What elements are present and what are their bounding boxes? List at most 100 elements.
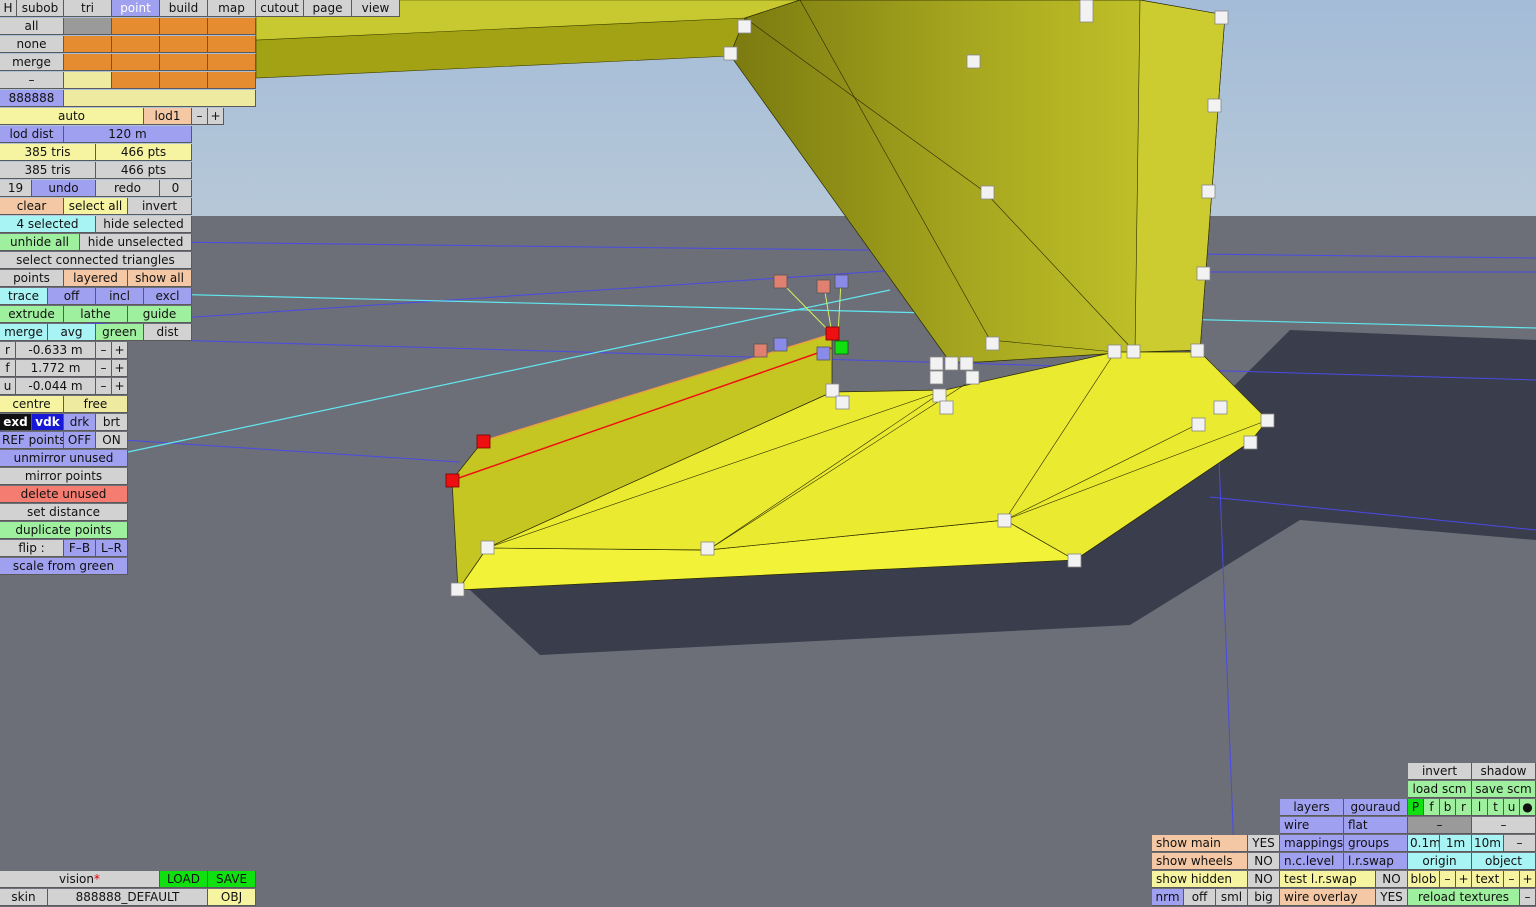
menu-point[interactable]: point: [112, 0, 160, 17]
step-minus-button[interactable]: –: [1504, 835, 1536, 852]
text-plus-button[interactable]: +: [1520, 871, 1536, 888]
object-button[interactable]: object: [1472, 853, 1536, 870]
skin-name-field[interactable]: 888888_DEFAULT: [48, 889, 208, 906]
layer-swatch[interactable]: [64, 18, 112, 35]
trace-incl-button[interactable]: incl: [96, 288, 144, 305]
flag-dot-toggle[interactable]: ●: [1520, 799, 1536, 816]
lod-auto-button[interactable]: auto: [0, 108, 144, 125]
show-hidden-value[interactable]: NO: [1248, 871, 1280, 888]
coord-r-field[interactable]: -0.633 m: [16, 342, 96, 359]
undo-button[interactable]: undo: [32, 180, 96, 197]
size-sml-button[interactable]: sml: [1216, 889, 1248, 906]
flag-u-toggle[interactable]: u: [1504, 799, 1520, 816]
menu-page[interactable]: page: [304, 0, 352, 17]
layer-swatch[interactable]: [160, 72, 208, 89]
layer-swatch[interactable]: [112, 72, 160, 89]
layer-swatch[interactable]: [208, 54, 256, 71]
flag-b-toggle[interactable]: b: [1440, 799, 1456, 816]
lod1-button[interactable]: lod1: [144, 108, 192, 125]
gouraud-button[interactable]: gouraud: [1344, 799, 1408, 816]
blob-plus-button[interactable]: +: [1456, 871, 1472, 888]
flag-p-toggle[interactable]: P: [1408, 799, 1424, 816]
reload-textures-button[interactable]: reload textures: [1408, 889, 1520, 906]
menu-subob[interactable]: subob: [17, 0, 64, 17]
coord-u-field[interactable]: -0.044 m: [16, 378, 96, 395]
scale-dash-left[interactable]: –: [1408, 817, 1472, 834]
groups-button[interactable]: groups: [1344, 835, 1408, 852]
coord-u-plus[interactable]: +: [112, 378, 128, 395]
lathe-button[interactable]: lathe: [64, 306, 128, 323]
select-all-button[interactable]: select all: [64, 198, 128, 215]
set-distance-button[interactable]: set distance: [0, 504, 128, 521]
coord-r-minus[interactable]: –: [96, 342, 112, 359]
trace-excl-button[interactable]: excl: [144, 288, 192, 305]
flag-t-toggle[interactable]: t: [1488, 799, 1504, 816]
merge-points-button[interactable]: merge: [0, 324, 48, 341]
menu-view[interactable]: view: [352, 0, 400, 17]
show-hidden-button[interactable]: show hidden: [1152, 871, 1248, 888]
coord-f-minus[interactable]: –: [96, 360, 112, 377]
duplicate-points-button[interactable]: duplicate points: [0, 522, 128, 539]
pivot-centre-button[interactable]: centre: [0, 396, 64, 413]
size-big-button[interactable]: big: [1248, 889, 1280, 906]
load-scm-button[interactable]: load scm: [1408, 781, 1472, 798]
menu-map[interactable]: map: [208, 0, 256, 17]
lod-minus-button[interactable]: –: [192, 108, 208, 125]
unhide-all-button[interactable]: unhide all: [0, 234, 80, 251]
wire-overlay-value[interactable]: YES: [1376, 889, 1408, 906]
layer-none-button[interactable]: none: [0, 36, 64, 53]
clear-button[interactable]: clear: [0, 198, 64, 215]
display-brt-button[interactable]: brt: [96, 414, 128, 431]
trace-off-button[interactable]: off: [48, 288, 96, 305]
ref-points-off-button[interactable]: OFF: [64, 432, 96, 449]
redo-button[interactable]: redo: [96, 180, 160, 197]
reload-minus-button[interactable]: –: [1520, 889, 1536, 906]
coord-u-minus[interactable]: –: [96, 378, 112, 395]
lr-swap-button[interactable]: l.r.swap: [1344, 853, 1408, 870]
menu-build[interactable]: build: [160, 0, 208, 17]
layer-swatch[interactable]: [208, 18, 256, 35]
size-off-button[interactable]: off: [1184, 889, 1216, 906]
guide-button[interactable]: guide: [128, 306, 192, 323]
display-exd-button[interactable]: exd: [0, 414, 32, 431]
vision-button[interactable]: vision*: [0, 871, 160, 888]
step-0-1m-button[interactable]: 0.1m: [1408, 835, 1440, 852]
hide-unselected-button[interactable]: hide unselected: [80, 234, 192, 251]
lod-dist-value[interactable]: 120 m: [64, 126, 192, 143]
merge-avg-button[interactable]: avg: [48, 324, 96, 341]
merge-green-button[interactable]: green: [96, 324, 144, 341]
layer-swatch[interactable]: [160, 18, 208, 35]
merge-dist-button[interactable]: dist: [144, 324, 192, 341]
delete-unused-button[interactable]: delete unused: [0, 486, 128, 503]
show-main-value[interactable]: YES: [1248, 835, 1280, 852]
layer-all-button[interactable]: all: [0, 18, 64, 35]
layer-swatch[interactable]: [112, 18, 160, 35]
extrude-button[interactable]: extrude: [0, 306, 64, 323]
ref-points-on-button[interactable]: ON: [96, 432, 128, 449]
layer-swatch[interactable]: [160, 36, 208, 53]
pivot-free-button[interactable]: free: [64, 396, 128, 413]
save-scm-button[interactable]: save scm: [1472, 781, 1536, 798]
flat-button[interactable]: flat: [1344, 817, 1408, 834]
menu-cutout[interactable]: cutout: [256, 0, 304, 17]
layer-swatch[interactable]: [112, 36, 160, 53]
layer-name-field[interactable]: [64, 90, 256, 107]
show-wheels-value[interactable]: NO: [1248, 853, 1280, 870]
origin-button[interactable]: origin: [1408, 853, 1472, 870]
coord-r-plus[interactable]: +: [112, 342, 128, 359]
layers-button[interactable]: layers: [1280, 799, 1344, 816]
shadow-button[interactable]: shadow: [1472, 763, 1536, 780]
layer-dash-button[interactable]: –: [0, 72, 64, 89]
mappings-button[interactable]: mappings: [1280, 835, 1344, 852]
layer-swatch[interactable]: [64, 36, 112, 53]
3d-viewport[interactable]: [0, 0, 1536, 907]
green-point[interactable]: [834, 340, 849, 355]
layer-swatch[interactable]: [208, 36, 256, 53]
layer-swatch[interactable]: [112, 54, 160, 71]
coord-f-field[interactable]: 1.772 m: [16, 360, 96, 377]
mirror-points-button[interactable]: mirror points: [0, 468, 128, 485]
show-wheels-button[interactable]: show wheels: [1152, 853, 1248, 870]
scale-dash-right[interactable]: –: [1472, 817, 1536, 834]
layer-swatch[interactable]: [64, 54, 112, 71]
display-vdk-button[interactable]: vdk: [32, 414, 64, 431]
